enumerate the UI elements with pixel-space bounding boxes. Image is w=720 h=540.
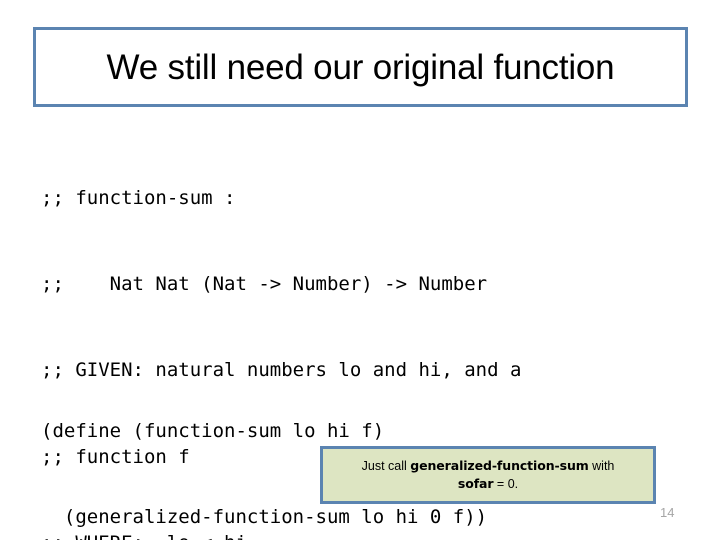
code-line: (generalized-function-sum lo hi 0 f)) bbox=[41, 505, 488, 528]
callout-text-suffix: with bbox=[588, 459, 615, 473]
slide-title-box: We still need our original function bbox=[33, 27, 688, 107]
code-line: (define (function-sum lo hi f) bbox=[41, 419, 385, 442]
callout-line-1: Just call generalized-function-sum with bbox=[362, 457, 615, 475]
callout-emphasis-param-name: sofar bbox=[457, 476, 494, 491]
code-line: ;; Nat Nat (Nat -> Number) -> Number bbox=[41, 272, 488, 295]
callout-param-value: = 0. bbox=[493, 477, 519, 491]
callout-box: Just call generalized-function-sum with … bbox=[320, 446, 656, 504]
callout-line-2: sofar = 0. bbox=[458, 475, 518, 493]
callout-emphasis-function-name: generalized-function-sum bbox=[410, 458, 589, 473]
slide-canvas: We still need our original function ;; f… bbox=[0, 0, 720, 540]
page-number: 14 bbox=[660, 505, 675, 520]
code-line: ;; function-sum : bbox=[41, 186, 236, 209]
callout-text-prefix: Just call bbox=[361, 459, 411, 473]
page-title: We still need our original function bbox=[106, 47, 615, 87]
